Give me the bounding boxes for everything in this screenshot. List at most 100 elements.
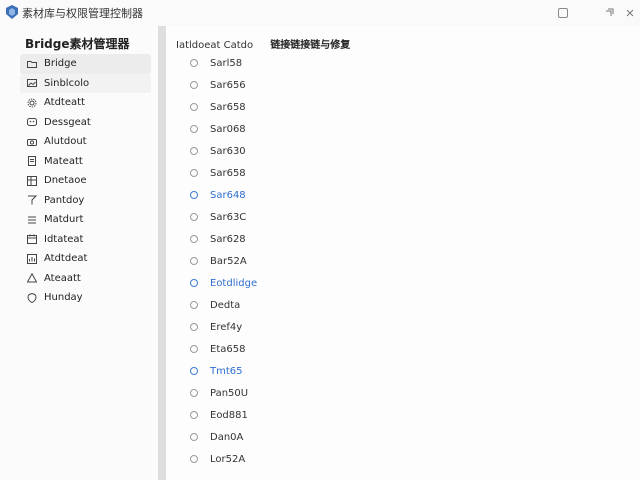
list-item[interactable]: Eta658 xyxy=(190,338,390,360)
list-item-label: Sar630 xyxy=(210,145,246,157)
radio-button[interactable] xyxy=(190,103,198,111)
list-item[interactable]: Dan0A xyxy=(190,426,390,448)
shield-icon xyxy=(27,292,37,303)
minimize-button[interactable] xyxy=(553,3,573,23)
radio-button[interactable] xyxy=(190,389,198,397)
list-item[interactable]: Sarl58 xyxy=(190,52,390,74)
list-item[interactable]: Sar628 xyxy=(190,228,390,250)
grid-icon xyxy=(27,175,37,186)
list-item-label: Eod881 xyxy=(210,409,248,421)
close-button[interactable] xyxy=(620,3,640,23)
sidebar-item-label: Idtateat xyxy=(44,233,84,245)
sidebar-item[interactable]: Mateatt xyxy=(20,152,151,172)
radio-button[interactable] xyxy=(190,433,198,441)
list-item[interactable]: Pan50U xyxy=(190,382,390,404)
sidebar-item[interactable]: Bridge xyxy=(20,54,151,74)
radio-button[interactable] xyxy=(190,235,198,243)
sidebar-item[interactable]: Hunday xyxy=(20,288,151,308)
list-item[interactable]: Tmt65 xyxy=(190,360,390,382)
sidebar-item[interactable]: Matdurt xyxy=(20,210,151,230)
palette-icon xyxy=(27,117,37,127)
pin-icon xyxy=(27,195,37,205)
list-item-label: Lor52A xyxy=(210,453,246,465)
close-icon xyxy=(626,9,634,17)
app-window: 素材库与权限管理控制器 Bridge素材管理器 Bridge Sinblcolo A… xyxy=(0,0,640,480)
sidebar-item[interactable]: Sinblcolo xyxy=(20,73,151,93)
title-bar: 素材库与权限管理控制器 xyxy=(0,0,640,26)
window-title: 素材库与权限管理控制器 xyxy=(22,7,143,20)
list-item[interactable]: Sar656 xyxy=(190,74,390,96)
sidebar-item[interactable]: Dessgeat xyxy=(20,113,151,133)
list-item-label: Bar52A xyxy=(210,255,247,267)
sidebar-item[interactable]: Atdteatt xyxy=(20,93,151,113)
radio-button[interactable] xyxy=(190,81,198,89)
list-item[interactable]: Eod881 xyxy=(190,404,390,426)
radio-button[interactable] xyxy=(190,125,198,133)
radio-button[interactable] xyxy=(190,191,198,199)
pane-splitter[interactable] xyxy=(158,26,166,480)
document-icon xyxy=(27,156,37,167)
list-item-label: Sar648 xyxy=(210,189,246,201)
main-panel: Iatldoeat Catdo 链接链接链与修复 Sarl58 Sar656 Sar… xyxy=(166,26,640,480)
radio-button[interactable] xyxy=(190,301,198,309)
sidebar-item[interactable]: Ateaatt xyxy=(20,269,151,289)
sidebar-item-label: Hunday xyxy=(44,292,83,304)
sidebar-item-label: Ateaatt xyxy=(44,272,81,284)
list-item-label: Eotdlidge xyxy=(210,277,258,289)
restore-button[interactable] xyxy=(600,3,620,23)
sidebar-item[interactable]: Atdtdeat xyxy=(20,249,151,269)
gear-icon xyxy=(27,98,37,108)
list-item[interactable]: Eotdlidge xyxy=(190,272,390,294)
radio-button[interactable] xyxy=(190,367,198,375)
restore-icon xyxy=(606,8,614,16)
list-item[interactable]: Sar658 xyxy=(190,162,390,184)
list-item[interactable]: Sar658 xyxy=(190,96,390,118)
sidebar-title: Bridge素材管理器 xyxy=(25,37,130,51)
list-item-label: Eta658 xyxy=(210,343,246,355)
list-item[interactable]: Sar648 xyxy=(190,184,390,206)
sidebar-item-label: Bridge xyxy=(44,58,77,70)
sidebar-item-label: Matdurt xyxy=(44,214,84,226)
sidebar-item-label: Dessgeat xyxy=(44,116,91,128)
radio-button[interactable] xyxy=(190,213,198,221)
list-item-label: Sar658 xyxy=(210,167,246,179)
list-item[interactable]: Sar63C xyxy=(190,206,390,228)
folder-icon xyxy=(27,59,37,69)
sidebar-nav: Bridge Sinblcolo Atdteatt Dessgeat Alutdout M… xyxy=(20,54,151,308)
sidebar-item-label: Mateatt xyxy=(44,155,83,167)
radio-button[interactable] xyxy=(190,169,198,177)
sidebar-item[interactable]: Alutdout xyxy=(20,132,151,152)
list-item-label: Dedta xyxy=(210,299,241,311)
radio-button[interactable] xyxy=(190,455,198,463)
minimize-icon xyxy=(558,8,568,18)
radio-button[interactable] xyxy=(190,59,198,67)
radio-button[interactable] xyxy=(190,345,198,353)
radio-button[interactable] xyxy=(190,323,198,331)
sidebar-item[interactable]: Idtateat xyxy=(20,230,151,250)
list-item[interactable]: Sar630 xyxy=(190,140,390,162)
warning-icon xyxy=(27,273,37,283)
sidebar-item-label: Atdtdeat xyxy=(44,253,88,265)
sidebar-item-label: Atdteatt xyxy=(44,97,85,109)
list-item[interactable]: Lor52A xyxy=(190,448,390,470)
main-header: Iatldoeat Catdo 链接链接链与修复 xyxy=(176,36,350,51)
list-item[interactable]: Bar52A xyxy=(190,250,390,272)
radio-button[interactable] xyxy=(190,411,198,419)
list-item[interactable]: Sar068 xyxy=(190,118,390,140)
main-header-label: Iatldoeat Catdo xyxy=(176,40,254,51)
calendar-icon xyxy=(27,234,37,245)
sidebar-item[interactable]: Pantdoy xyxy=(20,191,151,211)
radio-button[interactable] xyxy=(190,257,198,265)
radio-button[interactable] xyxy=(190,147,198,155)
image-icon xyxy=(27,78,37,88)
radio-button[interactable] xyxy=(190,279,198,287)
list-item[interactable]: Dedta xyxy=(190,294,390,316)
camera-icon xyxy=(27,137,37,147)
sidebar-item-label: Pantdoy xyxy=(44,194,85,206)
list-icon xyxy=(27,215,37,225)
list-item-label: Sar63C xyxy=(210,211,247,223)
list-item[interactable]: Eref4y xyxy=(190,316,390,338)
list-item-label: Sarl58 xyxy=(210,57,243,69)
sidebar-item[interactable]: Dnetaoe xyxy=(20,171,151,191)
list-item-label: Sar068 xyxy=(210,123,246,135)
